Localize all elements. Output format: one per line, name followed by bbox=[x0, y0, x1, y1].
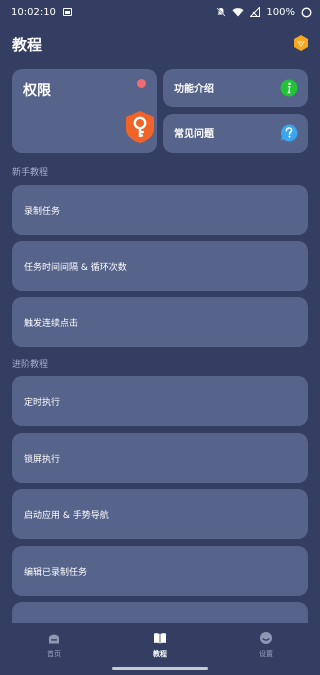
battery-level: 100% bbox=[266, 6, 295, 18]
advanced-section-label: 进阶教程 bbox=[12, 360, 49, 370]
nav-settings[interactable]: 设置 bbox=[236, 631, 296, 659]
tutorial-record-task[interactable]: 录制任务 bbox=[12, 185, 308, 235]
tutorial-edit-recorded[interactable]: 编辑已录制任务 bbox=[12, 546, 308, 596]
faq-label: 常见问题 bbox=[174, 129, 214, 140]
gallery-notification-icon bbox=[62, 8, 72, 16]
wifi-icon bbox=[232, 8, 244, 17]
home-gesture-bar[interactable] bbox=[112, 667, 208, 670]
key-icon bbox=[126, 111, 154, 143]
battery-ring-icon bbox=[301, 6, 312, 18]
muted-bell-icon bbox=[216, 7, 226, 17]
bottom-nav: 首页 教程 设置 bbox=[0, 623, 320, 663]
alert-dot bbox=[137, 79, 146, 88]
question-icon bbox=[280, 124, 298, 142]
vip-diamond-icon[interactable]: V bbox=[292, 34, 310, 52]
tutorial-continuous-click[interactable]: 触发连续点击 bbox=[12, 297, 308, 347]
svg-text:V: V bbox=[299, 41, 303, 47]
signal-icon bbox=[250, 7, 261, 17]
nav-tutorial-label: 教程 bbox=[153, 650, 167, 658]
home-icon bbox=[49, 634, 59, 644]
app-header: 教程 V bbox=[0, 28, 320, 62]
tutorial-interval-loop[interactable]: 任务时间间隔 & 循环次数 bbox=[12, 241, 308, 291]
tutorial-scheduled-run[interactable]: 定时执行 bbox=[12, 376, 308, 426]
settings-icon bbox=[260, 632, 272, 644]
beginner-section-label: 新手教程 bbox=[12, 168, 49, 178]
tutorial-launch-app-gesture[interactable]: 启动应用 & 手势导航 bbox=[12, 489, 308, 539]
faq-card[interactable]: 常见问题 bbox=[163, 114, 308, 153]
nav-tutorial[interactable]: 教程 bbox=[130, 631, 190, 659]
info-icon bbox=[280, 79, 298, 97]
permission-title: 权限 bbox=[23, 83, 51, 99]
feature-intro-label: 功能介绍 bbox=[174, 84, 214, 95]
nav-home-label: 首页 bbox=[47, 650, 61, 658]
tutorial-lockscreen-run[interactable]: 锁屏执行 bbox=[12, 433, 308, 483]
permission-card[interactable]: 权限 bbox=[12, 69, 157, 153]
feature-intro-card[interactable]: 功能介绍 bbox=[163, 69, 308, 107]
status-bar: 10:02:10 100% bbox=[0, 0, 320, 24]
nav-settings-label: 设置 bbox=[259, 650, 273, 658]
status-time: 10:02:10 bbox=[11, 6, 56, 18]
nav-home[interactable]: 首页 bbox=[24, 631, 84, 659]
page-title: 教程 bbox=[12, 36, 43, 54]
book-icon bbox=[154, 633, 166, 644]
